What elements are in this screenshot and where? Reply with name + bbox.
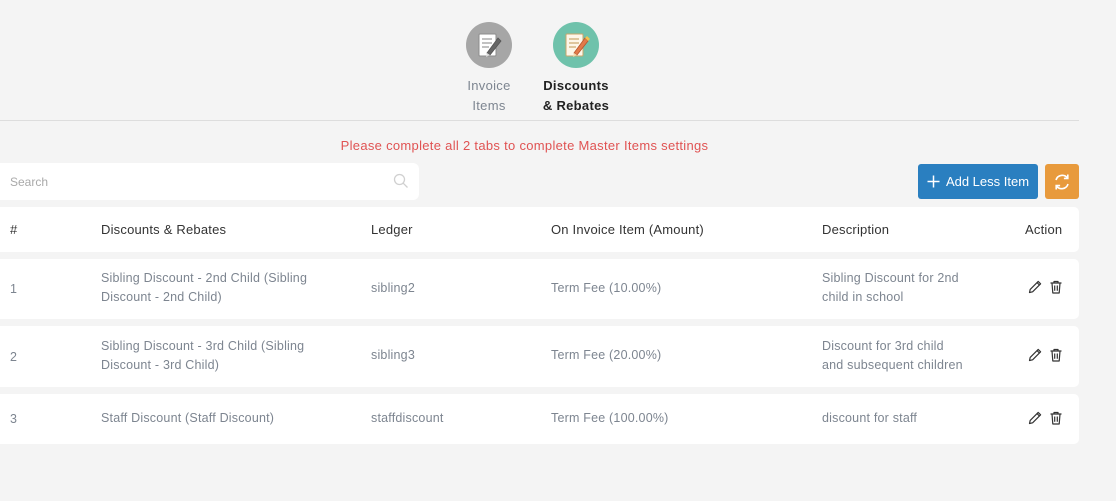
row-amount: Term Fee (20.00%) bbox=[551, 348, 662, 362]
row-num: 1 bbox=[10, 282, 18, 296]
row-name-line1: Sibling Discount - 3rd Child (Sibling bbox=[101, 339, 305, 353]
search-box bbox=[0, 163, 419, 200]
delete-icon[interactable] bbox=[1048, 410, 1064, 426]
warning-message: Please complete all 2 tabs to complete M… bbox=[340, 138, 709, 153]
row-ledger: staffdiscount bbox=[371, 411, 444, 425]
delete-icon[interactable] bbox=[1048, 347, 1064, 363]
add-less-item-label: Add Less Item bbox=[945, 174, 1030, 189]
row-amount: Term Fee (10.00%) bbox=[551, 281, 662, 295]
row-ledger: sibling2 bbox=[371, 281, 415, 295]
table-header: # Discounts & Rebates Ledger On Invoice … bbox=[0, 207, 1079, 252]
search-input[interactable] bbox=[0, 163, 360, 200]
table-row: 2 Sibling Discount - 3rd Child (Sibling … bbox=[0, 326, 1079, 387]
tab-label-line2: Items bbox=[472, 98, 506, 113]
tab-label-line1: Invoice bbox=[467, 78, 511, 93]
row-amount: Term Fee (100.00%) bbox=[551, 411, 669, 425]
row-description: Discount for 3rd child and subsequent ch… bbox=[822, 337, 963, 375]
row-num: 2 bbox=[10, 350, 18, 364]
edit-icon[interactable] bbox=[1027, 279, 1043, 295]
row-name: Staff Discount (Staff Discount) bbox=[101, 411, 275, 425]
refresh-button[interactable] bbox=[1045, 164, 1079, 199]
row-actions bbox=[1027, 410, 1064, 426]
edit-document-icon bbox=[466, 22, 512, 68]
edit-icon[interactable] bbox=[1027, 347, 1043, 363]
header-num: # bbox=[10, 222, 18, 237]
table-row: 1 Sibling Discount - 2nd Child (Sibling … bbox=[0, 259, 1079, 319]
row-name-line2: Discount - 3rd Child) bbox=[101, 358, 220, 372]
divider bbox=[0, 120, 1079, 121]
edit-document-icon bbox=[553, 22, 599, 68]
tab-label-line1: Discounts bbox=[543, 78, 609, 93]
delete-icon[interactable] bbox=[1048, 279, 1064, 295]
refresh-icon bbox=[1052, 172, 1072, 192]
table-row: 3 Staff Discount (Staff Discount) staffd… bbox=[0, 394, 1079, 444]
row-description-line2: child in school bbox=[822, 290, 904, 304]
row-num: 3 bbox=[10, 412, 18, 426]
row-actions bbox=[1027, 347, 1064, 363]
row-description-line2: and subsequent children bbox=[822, 358, 963, 372]
tab-discounts-rebates[interactable]: Discounts & Rebates bbox=[531, 22, 621, 116]
row-actions bbox=[1027, 279, 1064, 295]
plus-icon bbox=[927, 175, 940, 188]
add-less-item-button[interactable]: Add Less Item bbox=[918, 164, 1038, 199]
header-amount[interactable]: On Invoice Item (Amount) bbox=[551, 220, 704, 239]
header-action: Action bbox=[1025, 222, 1063, 237]
row-description-line1: Sibling Discount for 2nd bbox=[822, 271, 959, 285]
row-ledger: sibling3 bbox=[371, 348, 415, 362]
tab-label-line2: & Rebates bbox=[542, 98, 610, 113]
tabs-bar: Invoice Items Discounts & Rebates bbox=[0, 0, 1116, 120]
row-description: Sibling Discount for 2nd child in school bbox=[822, 269, 959, 307]
header-ledger[interactable]: Ledger bbox=[371, 220, 413, 239]
header-discounts-rebates[interactable]: Discounts & Rebates bbox=[101, 220, 226, 239]
row-description: discount for staff bbox=[822, 411, 918, 425]
row-name-line1: Sibling Discount - 2nd Child (Sibling bbox=[101, 271, 308, 285]
row-description-line1: Discount for 3rd child bbox=[822, 339, 944, 353]
header-description[interactable]: Description bbox=[822, 220, 889, 239]
search-icon[interactable] bbox=[393, 173, 409, 194]
tab-invoice-items[interactable]: Invoice Items bbox=[444, 22, 534, 116]
edit-icon[interactable] bbox=[1027, 410, 1043, 426]
row-name-line2: Discount - 2nd Child) bbox=[101, 290, 222, 304]
row-name: Sibling Discount - 3rd Child (Sibling Di… bbox=[101, 337, 304, 375]
row-name: Sibling Discount - 2nd Child (Sibling Di… bbox=[101, 269, 307, 307]
